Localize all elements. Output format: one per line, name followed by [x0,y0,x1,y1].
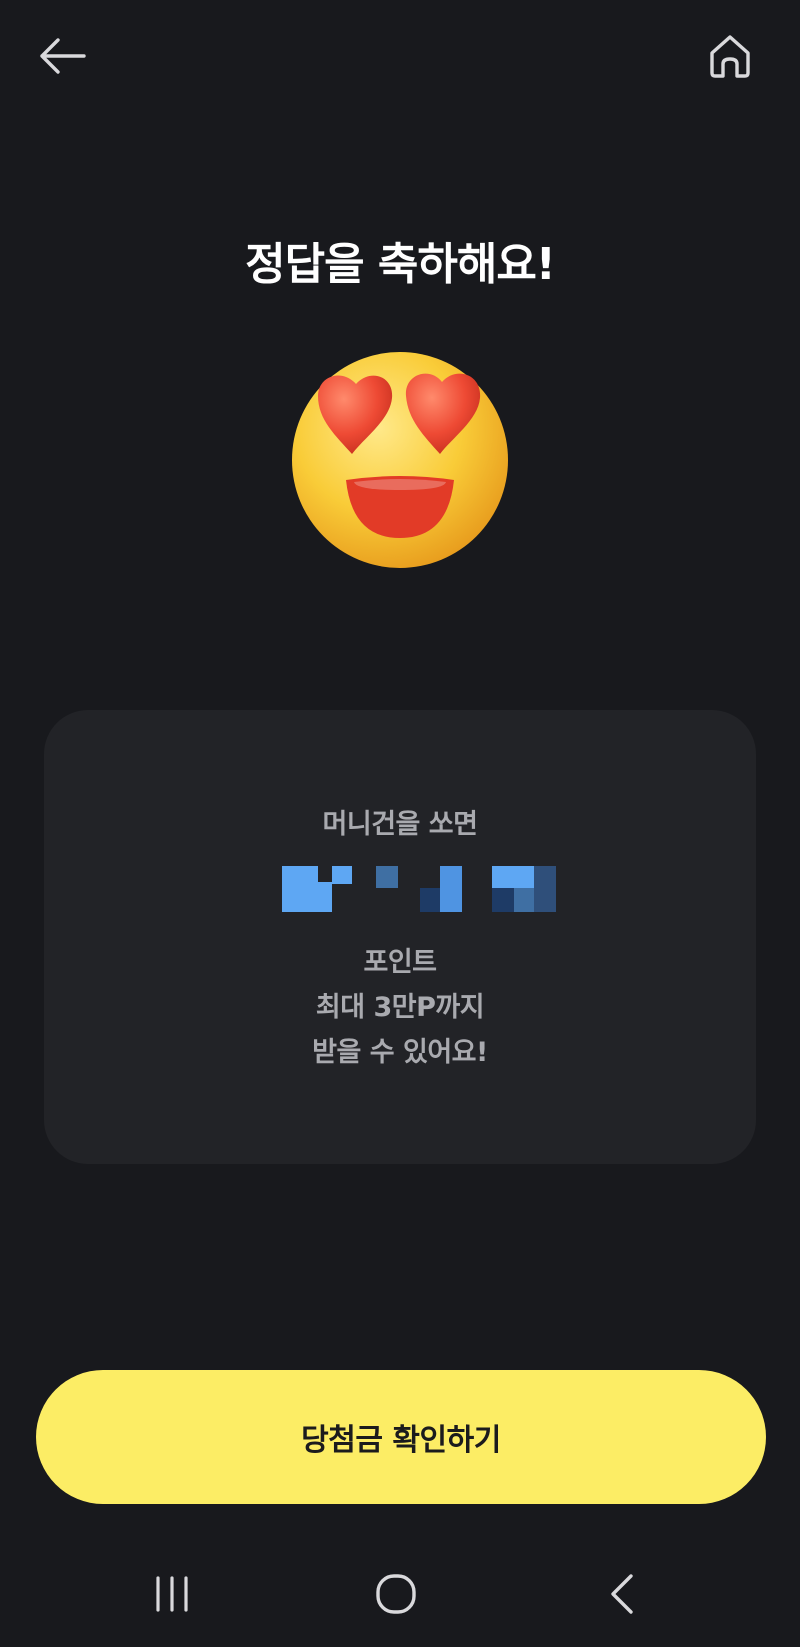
back-button[interactable] [26,20,98,92]
chevron-left-icon [611,1574,633,1614]
card-line-1: 머니건을 쏘면 [322,809,478,840]
card-line-5: 받을 수 있어요! [312,1037,488,1068]
system-back-button[interactable] [582,1562,662,1626]
card-line-3: 포인트 [363,947,437,978]
recent-apps-button[interactable] [132,1562,212,1626]
recent-apps-icon [156,1576,188,1612]
home-button[interactable] [694,20,766,92]
system-home-button[interactable] [356,1562,436,1626]
heart-eyes-emoji-icon [280,340,520,580]
system-navigation-bar [0,1540,800,1647]
card-line-4: 최대 3만P까지 [315,992,485,1023]
top-bar [0,0,800,112]
reward-info-card: 머니건을 쏘면 포인트 최대 3만P까지 받을 수 있어요! [44,710,756,1164]
page-title: 정답을 축하해요! [245,239,556,290]
redacted-amount [282,866,556,912]
arrow-left-icon [40,38,86,74]
home-circle-icon [376,1574,416,1614]
screen: 정답을 축하해요! 머니건을 쏘면 포인트 최대 3만P까지 받을 수 있어요!… [0,0,800,1647]
check-prize-button[interactable]: 당첨금 확인하기 [36,1370,766,1504]
home-icon [710,35,750,78]
